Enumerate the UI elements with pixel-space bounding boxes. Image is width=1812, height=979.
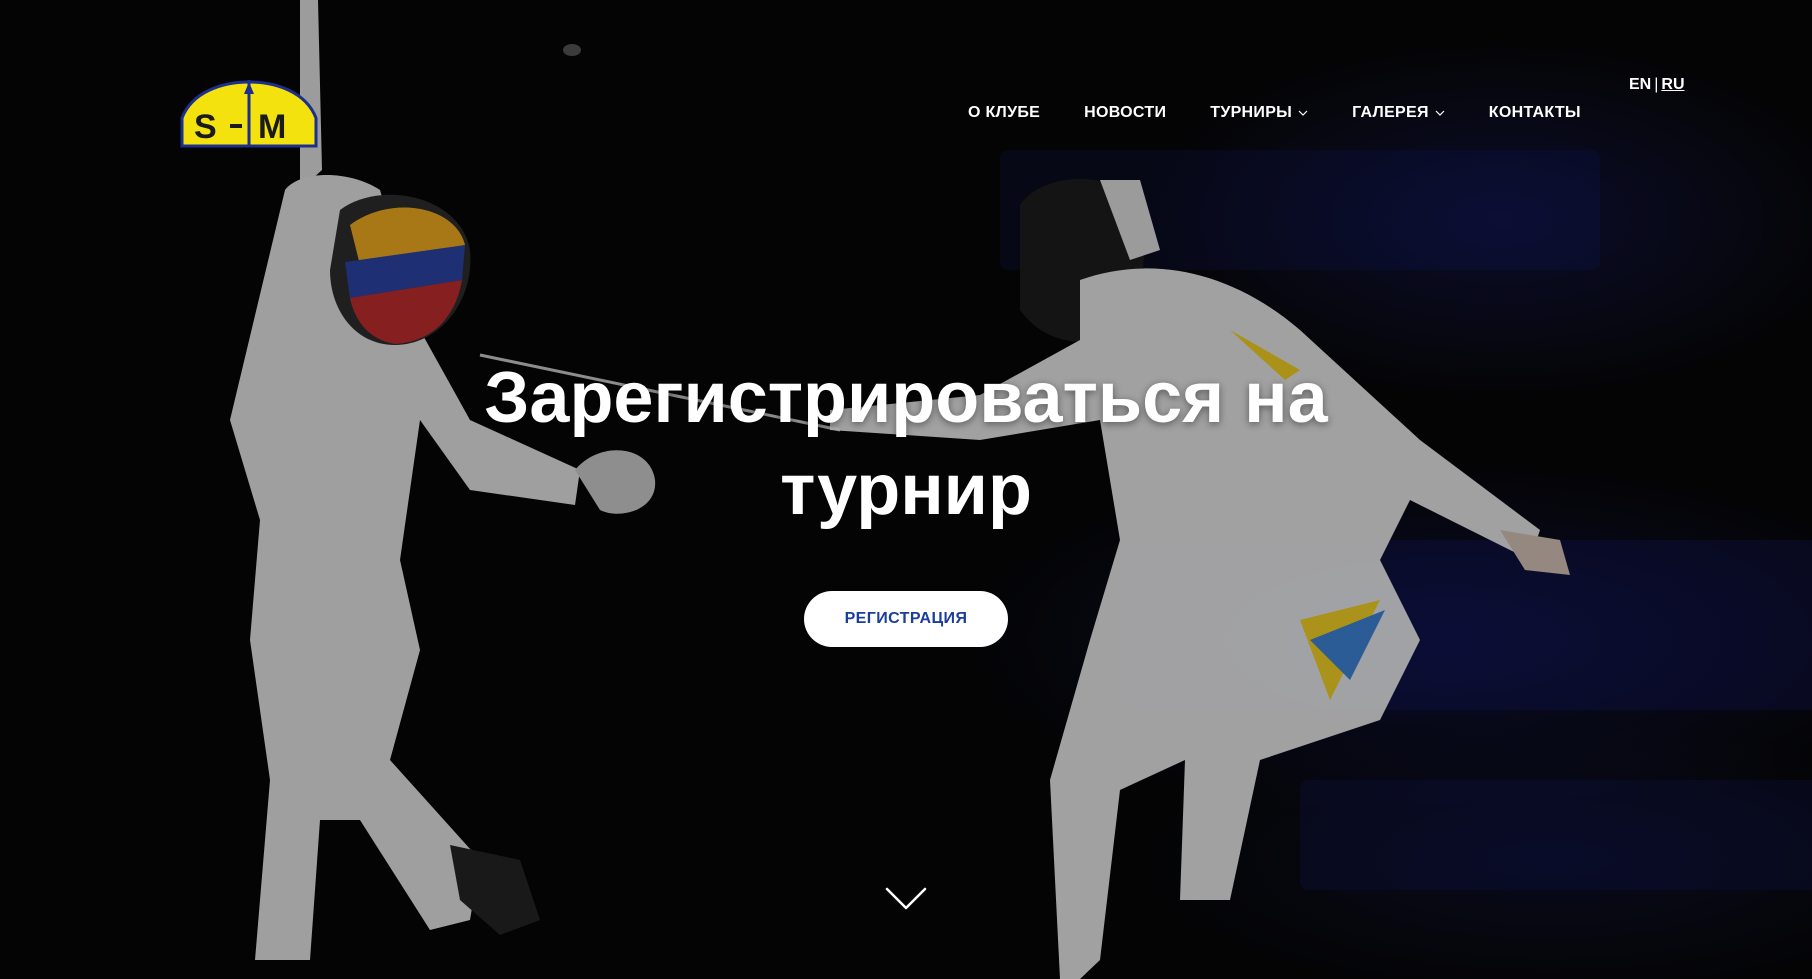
- hero-headline: Зарегистрироваться на турнир: [356, 352, 1456, 536]
- nav-item-label: О КЛУБЕ: [968, 104, 1041, 121]
- language-switcher: EN | RU: [1629, 76, 1685, 94]
- register-button[interactable]: РЕГИСТРАЦИЯ: [804, 591, 1008, 647]
- chevron-down-icon: [1298, 110, 1308, 116]
- nav-item-label: ТУРНИРЫ: [1210, 104, 1293, 121]
- main-navigation: О КЛУБЕ НОВОСТИ ТУРНИРЫ ГАЛЕРЕЯ КОНТАКТЫ: [968, 104, 1581, 122]
- nav-item-label: НОВОСТИ: [1084, 104, 1167, 121]
- nav-item-tournaments[interactable]: ТУРНИРЫ: [1210, 104, 1308, 122]
- hero-headline-line1: Зарегистрироваться на: [484, 358, 1328, 438]
- club-logo-icon[interactable]: S M: [178, 78, 320, 148]
- nav-item-label: ГАЛЕРЕЯ: [1352, 104, 1429, 121]
- nav-item-gallery[interactable]: ГАЛЕРЕЯ: [1352, 104, 1445, 122]
- nav-item-contacts[interactable]: КОНТАКТЫ: [1489, 104, 1581, 122]
- language-ru-link[interactable]: RU: [1661, 76, 1684, 93]
- language-en-link[interactable]: EN: [1629, 76, 1651, 93]
- hero-headline-line2: турнир: [780, 450, 1032, 530]
- svg-text:M: M: [258, 108, 286, 146]
- chevron-down-icon[interactable]: [884, 886, 928, 912]
- nav-item-news[interactable]: НОВОСТИ: [1084, 104, 1166, 122]
- svg-text:S: S: [194, 108, 217, 146]
- chevron-down-icon: [1435, 110, 1445, 116]
- nav-item-about[interactable]: О КЛУБЕ: [968, 104, 1040, 122]
- nav-item-label: КОНТАКТЫ: [1488, 104, 1581, 121]
- hero-section: S M О КЛУБЕ НОВОСТИ ТУРНИРЫ ГАЛЕРЕЯ КОНТ…: [0, 0, 1812, 979]
- language-separator: |: [1654, 76, 1659, 93]
